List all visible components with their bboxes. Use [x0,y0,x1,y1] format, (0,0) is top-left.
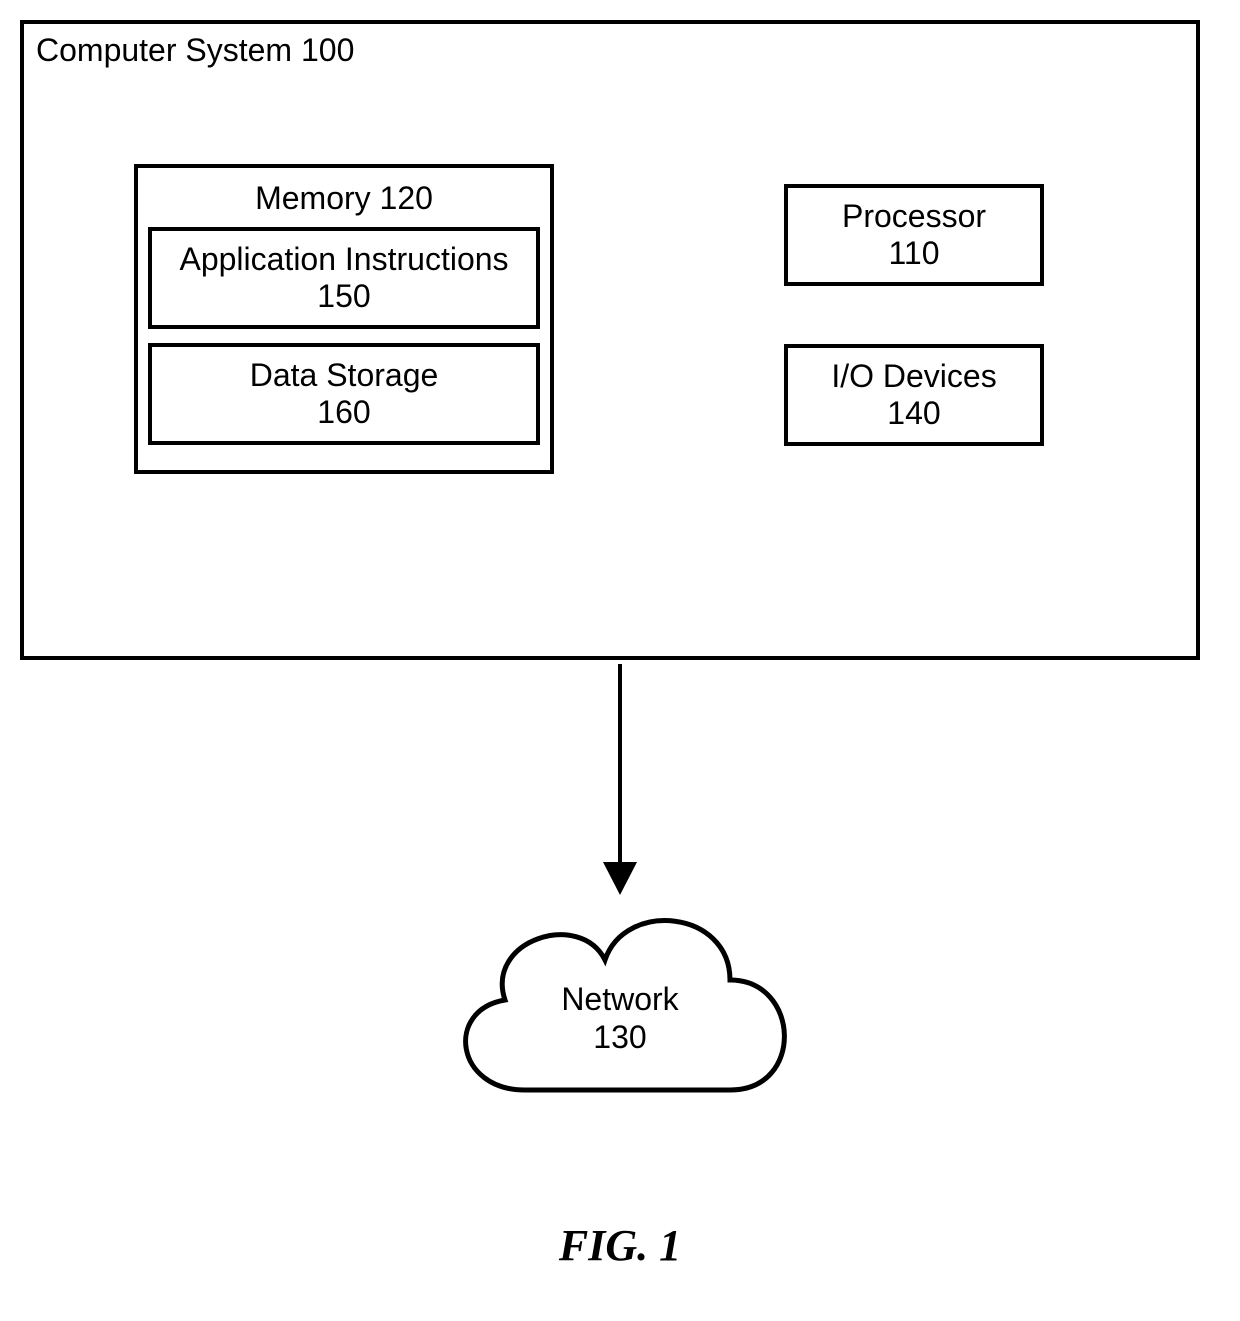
processor-box: Processor 110 [784,184,1044,286]
data-storage-box: Data Storage 160 [148,343,540,445]
memory-title: Memory 120 [138,168,550,227]
network-cloud: Network 130 [430,870,810,1130]
data-storage-label: Data Storage [152,357,536,394]
application-instructions-box: Application Instructions 150 [148,227,540,329]
io-devices-label: I/O Devices [788,358,1040,395]
network-text: Network 130 [430,980,810,1057]
data-storage-number: 160 [152,394,536,431]
processor-number: 110 [788,235,1040,272]
io-devices-number: 140 [788,395,1040,432]
io-devices-box: I/O Devices 140 [784,344,1044,446]
application-instructions-number: 150 [152,278,536,315]
network-number: 130 [593,1019,646,1055]
network-label: Network [561,981,678,1017]
computer-system-title: Computer System 100 [36,32,354,69]
computer-system-box: Computer System 100 Memory 120 Applicati… [20,20,1200,660]
figure-caption: FIG. 1 [0,1220,1240,1271]
application-instructions-label: Application Instructions [152,241,536,278]
processor-label: Processor [788,198,1040,235]
memory-box: Memory 120 Application Instructions 150 … [134,164,554,474]
